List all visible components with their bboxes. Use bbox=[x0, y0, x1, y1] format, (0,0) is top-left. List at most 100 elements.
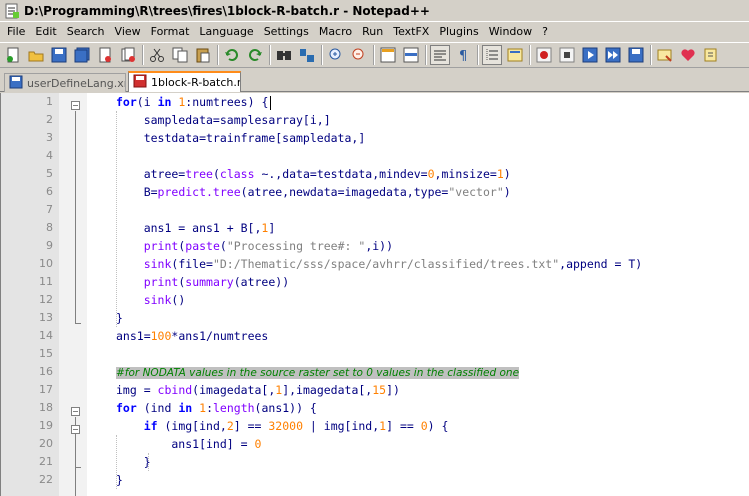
toolbar: ¶ bbox=[0, 42, 749, 68]
menu-help[interactable]: ? bbox=[537, 22, 553, 41]
code-line[interactable]: 3 testdata=trainframe[sampledata,] bbox=[1, 129, 749, 147]
code-text: #for NODATA values in the source raster … bbox=[116, 363, 520, 382]
line-number: 22 bbox=[39, 473, 53, 486]
redo-icon[interactable] bbox=[245, 45, 265, 65]
code-line[interactable]: 22 } bbox=[1, 471, 749, 489]
code-line[interactable]: 4 bbox=[1, 147, 749, 165]
menu-macro[interactable]: Macro bbox=[314, 22, 357, 41]
save-icon[interactable] bbox=[49, 45, 69, 65]
line-number: 10 bbox=[39, 257, 53, 270]
notepad-plus-plus-icon bbox=[4, 3, 20, 19]
zoom-in-icon[interactable] bbox=[326, 45, 346, 65]
save-all-icon[interactable] bbox=[72, 45, 92, 65]
close-icon[interactable] bbox=[95, 45, 115, 65]
code-text: sampledata=samplesarray[i,] bbox=[116, 113, 331, 127]
paste-icon[interactable] bbox=[193, 45, 213, 65]
code-text: sink(file="D:/Thematic/sss/space/avhrr/c… bbox=[143, 257, 643, 271]
menu-view[interactable]: View bbox=[110, 22, 146, 41]
menu-window[interactable]: Window bbox=[484, 22, 537, 41]
code-line[interactable]: 1 for(i in 1:numtrees) { bbox=[1, 93, 749, 111]
code-text: } bbox=[116, 311, 123, 325]
code-line[interactable]: 13 } bbox=[1, 309, 749, 327]
replace-icon[interactable] bbox=[297, 45, 317, 65]
code-line[interactable]: 14 ans1=100*ans1/numtrees bbox=[1, 327, 749, 345]
line-number: 4 bbox=[46, 149, 53, 162]
undo-icon[interactable] bbox=[222, 45, 242, 65]
line-number: 1 bbox=[46, 95, 53, 108]
close-doc-icon[interactable] bbox=[701, 45, 721, 65]
comment-text: #for NODATA values in the source raster … bbox=[116, 367, 520, 379]
menu-file[interactable]: File bbox=[2, 22, 30, 41]
toolbar-separator bbox=[373, 45, 375, 65]
code-line[interactable]: 8 ans1 = ans1 + B[,1] bbox=[1, 219, 749, 237]
find-icon[interactable] bbox=[274, 45, 294, 65]
code-line[interactable]: 7 bbox=[1, 201, 749, 219]
menu-bar: File Edit Search View Format Language Se… bbox=[0, 22, 749, 41]
sync-horizontal-icon[interactable] bbox=[401, 45, 421, 65]
menu-format[interactable]: Format bbox=[146, 22, 195, 41]
code-editor[interactable]: 1 for(i in 1:numtrees) { 2 sampledata=sa… bbox=[0, 93, 749, 496]
heart-icon[interactable] bbox=[678, 45, 698, 65]
text-cursor bbox=[270, 95, 272, 110]
code-text: print(paste("Processing tree#: ",i)) bbox=[143, 239, 394, 253]
code-line[interactable]: 10 sink(file="D:/Thematic/sss/space/avhr… bbox=[1, 255, 749, 273]
menu-language[interactable]: Language bbox=[194, 22, 258, 41]
toolbar-separator bbox=[142, 45, 144, 65]
code-text: if (img[ind,2] == 32000 | img[ind,1] == … bbox=[143, 419, 449, 433]
line-number: 6 bbox=[46, 185, 53, 198]
tab-userdefinelang[interactable]: userDefineLang.xml bbox=[4, 73, 126, 92]
open-icon[interactable] bbox=[26, 45, 46, 65]
saved-file-icon bbox=[9, 75, 23, 92]
code-text: for(i in 1:numtrees) { bbox=[116, 93, 272, 111]
user-lang-icon[interactable] bbox=[505, 45, 525, 65]
cut-icon[interactable] bbox=[147, 45, 167, 65]
record-macro-icon[interactable] bbox=[534, 45, 554, 65]
unsaved-file-icon bbox=[133, 74, 147, 91]
close-all-icon[interactable] bbox=[118, 45, 138, 65]
code-line[interactable]: 11 print(summary(atree)) bbox=[1, 273, 749, 291]
code-line[interactable]: 16 #for NODATA values in the source rast… bbox=[1, 363, 749, 381]
new-icon[interactable] bbox=[3, 45, 23, 65]
code-line[interactable]: 18 for (ind in 1:length(ans1)) { bbox=[1, 399, 749, 417]
code-line[interactable]: 12 sink() bbox=[1, 291, 749, 309]
stop-record-icon[interactable] bbox=[557, 45, 577, 65]
code-line[interactable]: 2 sampledata=samplesarray[i,] bbox=[1, 111, 749, 129]
window-title: D:\Programming\R\trees\fires\1block-R-ba… bbox=[24, 3, 430, 18]
menu-plugins[interactable]: Plugins bbox=[434, 22, 483, 41]
toolbar-separator bbox=[529, 45, 531, 65]
sync-vertical-icon[interactable] bbox=[378, 45, 398, 65]
indent-guide-icon[interactable] bbox=[482, 45, 502, 65]
code-line[interactable]: 20 ans1[ind] = 0 bbox=[1, 435, 749, 453]
word-wrap-icon[interactable] bbox=[430, 45, 450, 65]
play-macro-icon[interactable] bbox=[580, 45, 600, 65]
tab-bar: userDefineLang.xml 1block-R-batch.r bbox=[0, 70, 749, 92]
code-line[interactable]: 6 B=predict.tree(atree,newdata=imagedata… bbox=[1, 183, 749, 201]
menu-textfx[interactable]: TextFX bbox=[388, 22, 434, 41]
code-line[interactable]: 17 img = cbind(imagedata[,1],imagedata[,… bbox=[1, 381, 749, 399]
tab-label: userDefineLang.xml bbox=[27, 76, 125, 90]
menu-search[interactable]: Search bbox=[62, 22, 110, 41]
menu-run[interactable]: Run bbox=[357, 22, 388, 41]
tab-1block-r-batch[interactable]: 1block-R-batch.r bbox=[128, 71, 241, 92]
save-macro-icon[interactable] bbox=[626, 45, 646, 65]
code-line[interactable]: 21 } bbox=[1, 453, 749, 471]
toolbar-separator bbox=[217, 45, 219, 65]
code-line[interactable]: 5 atree=tree(class ~.,data=testdata,mind… bbox=[1, 165, 749, 183]
zoom-out-icon[interactable] bbox=[349, 45, 369, 65]
code-text: ans1[ind] = 0 bbox=[116, 437, 262, 451]
menu-edit[interactable]: Edit bbox=[30, 22, 61, 41]
code-text: ans1=100*ans1/numtrees bbox=[116, 329, 269, 343]
code-line[interactable]: 19 if (img[ind,2] == 32000 | img[ind,1] … bbox=[1, 417, 749, 435]
code-line[interactable]: 9 print(paste("Processing tree#: ",i)) bbox=[1, 237, 749, 255]
tab-label: 1block-R-batch.r bbox=[151, 76, 241, 89]
copy-icon[interactable] bbox=[170, 45, 190, 65]
code-line[interactable]: 15 bbox=[1, 345, 749, 363]
plugin-icon[interactable] bbox=[655, 45, 675, 65]
play-multiple-icon[interactable] bbox=[603, 45, 623, 65]
show-all-chars-icon[interactable]: ¶ bbox=[453, 45, 473, 65]
code-text: B=predict.tree(atree,newdata=imagedata,t… bbox=[116, 185, 511, 199]
code-text: } bbox=[116, 455, 151, 469]
menu-settings[interactable]: Settings bbox=[259, 22, 314, 41]
code-text: print(summary(atree)) bbox=[143, 275, 290, 289]
code-text: testdata=trainframe[sampledata,] bbox=[116, 131, 366, 145]
